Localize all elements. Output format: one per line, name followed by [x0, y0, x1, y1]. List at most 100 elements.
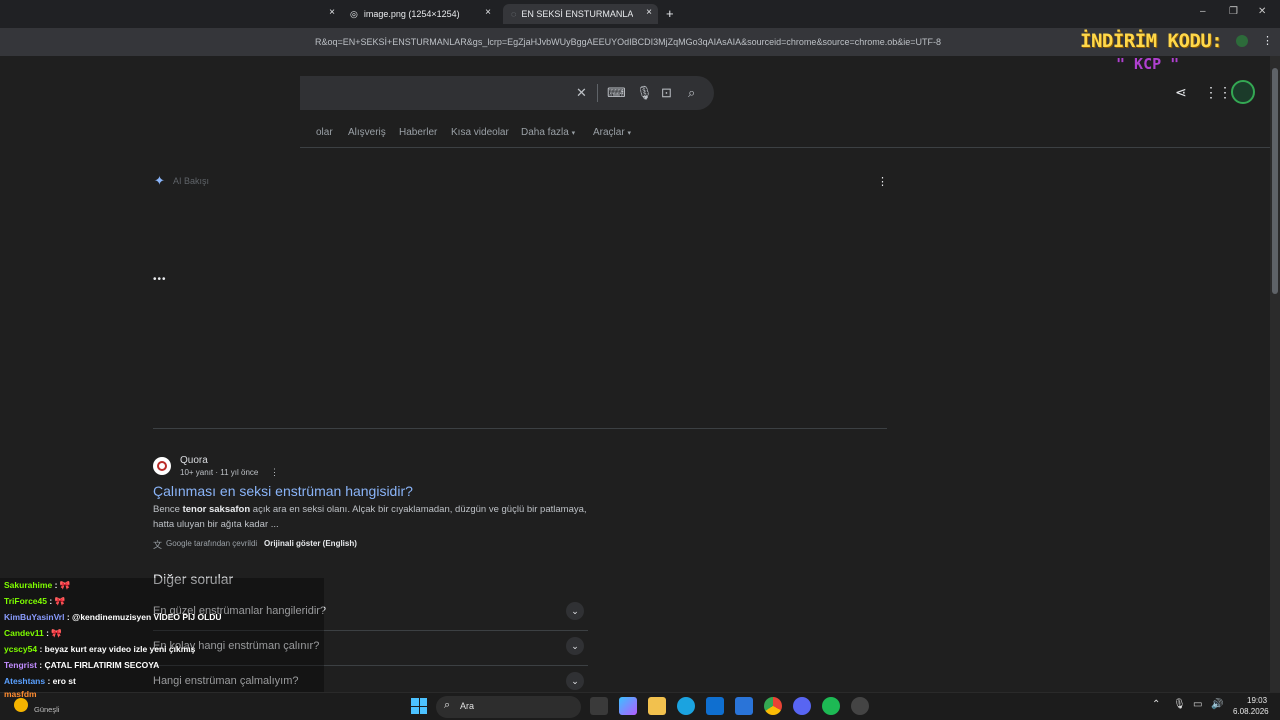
tab-more-label: Daha fazla — [521, 127, 569, 138]
taskbar-search-placeholder: Ara — [460, 701, 475, 711]
file-explorer-icon[interactable] — [648, 697, 666, 715]
tab-title: image.png (1254×1254) — [363, 9, 460, 19]
mail-icon[interactable] — [735, 697, 753, 715]
divider — [597, 84, 598, 102]
chat-user: Tengrist — [4, 660, 37, 670]
chat-user: ycscy54 — [4, 644, 38, 654]
globe-icon: ◎ — [350, 8, 358, 19]
dropdown-icon: ▾ — [571, 130, 576, 137]
search-box[interactable]: ✕ ⌨ 🎙 ⊡ ⌕ — [300, 76, 714, 110]
tab-short-videos[interactable]: Kısa videolar — [451, 127, 509, 138]
stream-chat: Sakurahime : 🎀 TriForce45 : 🎀 KimBuYasin… — [0, 578, 324, 692]
quora-favicon — [153, 457, 171, 475]
section-divider — [153, 428, 887, 429]
clock-date[interactable]: 6.08.2026 — [1233, 707, 1269, 716]
chat-message: Candev11 : 🎀 — [4, 628, 62, 638]
more-options-icon[interactable]: ⋮ — [877, 175, 888, 188]
chat-text: ÇATAL FIRLATIRIM SECOYA — [44, 660, 160, 670]
result-source[interactable]: Quora — [180, 455, 208, 466]
tab-more[interactable]: Daha fazla ▾ — [521, 127, 575, 138]
search-icon: ⌕ — [444, 699, 451, 711]
browser-tab-first[interactable]: × — [315, 4, 335, 24]
chat-text: ero st — [52, 676, 76, 686]
search-icon[interactable]: ⌕ — [688, 85, 695, 101]
chat-user: Ateshtans — [4, 676, 46, 686]
profile-avatar[interactable] — [1236, 35, 1248, 47]
chevron-down-icon[interactable]: ⌄ — [566, 637, 584, 655]
chat-message: Tengrist : ÇATAL FIRLATIRIM SECOYA — [4, 660, 160, 670]
tab-close-icon[interactable]: × — [329, 7, 335, 18]
spotify-icon[interactable] — [822, 697, 840, 715]
copilot-icon[interactable] — [619, 697, 637, 715]
chat-user: Candev11 — [4, 628, 44, 638]
keyboard-icon[interactable]: ⌨ — [607, 85, 626, 101]
scrollbar-thumb[interactable] — [1272, 68, 1278, 294]
chat-user: TriForce45 — [4, 596, 47, 606]
tab-videos[interactable]: olar — [316, 127, 333, 138]
result-menu-icon[interactable]: ⋮ — [270, 467, 279, 478]
windows-taskbar: masfdm Güneşli ⌕ Ara ⌃ 🎙 ▭ 🔊 19:03 6.08.… — [0, 689, 1280, 720]
promo-code-value: " KCP " — [1116, 55, 1180, 73]
chat-user: KimBuYasinVrl — [4, 612, 65, 622]
chrome-icon[interactable] — [764, 697, 782, 715]
share-icon[interactable]: ⋖ — [1175, 84, 1187, 101]
chat-text: 🎀 — [54, 596, 66, 606]
page-scrollbar[interactable] — [1270, 56, 1280, 692]
chat-message: ycscy54 : beyaz kurt eray video izle yen… — [4, 644, 196, 654]
browser-tab-strip: × ◎ image.png (1254×1254) × ◌ EN SEKSİ E… — [0, 0, 1280, 28]
chevron-down-icon[interactable]: ⌄ — [566, 602, 584, 620]
ai-sparkle-icon: ✦ — [154, 173, 165, 188]
tab-tools[interactable]: Araçlar ▾ — [593, 127, 631, 138]
url-text[interactable]: R&oq=EN+SEKSİ+ENSTURMANLAR&gs_lcrp=EgZja… — [315, 37, 941, 47]
tab-shopping[interactable]: Alışveriş — [348, 127, 386, 138]
discord-icon[interactable] — [793, 697, 811, 715]
account-avatar[interactable] — [1231, 80, 1255, 104]
volume-icon[interactable]: 🔊 — [1211, 699, 1223, 710]
new-tab-button[interactable]: + — [666, 6, 674, 21]
chevron-down-icon[interactable]: ⌄ — [566, 672, 584, 690]
result-snippet: Bence tenor saksafon açık ara en seksi o… — [153, 502, 593, 532]
minimize-button[interactable]: – — [1200, 6, 1206, 17]
tab-news[interactable]: Haberler — [399, 127, 437, 138]
microphone-icon[interactable]: 🎙 — [636, 85, 653, 101]
chat-text: beyaz kurt eray video izle yeni çıkmış — [44, 644, 196, 654]
edge-icon[interactable] — [677, 697, 695, 715]
chat-message: Ateshtans : ero st — [4, 676, 76, 686]
translated-note: Google tarafından çevrildi — [166, 539, 258, 548]
close-window-button[interactable]: ✕ — [1258, 6, 1266, 17]
loading-dots: ••• — [153, 274, 167, 285]
taskbar-search[interactable]: ⌕ Ara — [436, 696, 581, 718]
lens-icon[interactable]: ⊡ — [661, 85, 672, 101]
chat-text: @kendinemuzisyen VİDEO PİJ OLDU — [72, 612, 222, 622]
result-title-link[interactable]: Çalınması en seksi enstrüman hangisidir? — [153, 483, 413, 499]
dropdown-icon: ▾ — [627, 130, 631, 137]
browser-tab-search[interactable]: ◌ EN SEKSİ ENSTURMANLAR - G × — [503, 4, 658, 24]
promo-code-title: İNDİRİM KODU: — [1080, 30, 1223, 52]
clear-icon[interactable]: ✕ — [576, 85, 587, 101]
loading-icon: ◌ — [511, 9, 517, 19]
store-icon[interactable] — [706, 697, 724, 715]
weather-label[interactable]: Güneşli — [34, 705, 59, 714]
microphone-icon[interactable]: 🎙 — [1173, 699, 1186, 710]
chevron-up-icon[interactable]: ⌃ — [1152, 699, 1160, 710]
windows-start-icon[interactable] — [411, 698, 427, 714]
app-icon[interactable] — [851, 697, 869, 715]
result-meta: 10+ yanıt · 11 yıl önce — [180, 468, 259, 477]
translate-icon: 文 — [153, 540, 163, 550]
network-icon[interactable]: ▭ — [1193, 699, 1202, 710]
tab-close-icon[interactable]: × — [646, 7, 652, 18]
browser-tab-image[interactable]: ◎ image.png (1254×1254) × — [350, 4, 495, 24]
snippet-text: Bence — [153, 504, 183, 515]
maximize-button[interactable]: ❐ — [1229, 6, 1238, 17]
kebab-menu-icon[interactable]: ⋮ — [1262, 34, 1273, 47]
show-original-link[interactable]: Orijinali göster (English) — [264, 539, 357, 548]
tab-close-icon[interactable]: × — [485, 7, 491, 18]
tab-title: EN SEKSİ ENSTURMANLAR - G — [521, 9, 634, 19]
clock-time[interactable]: 19:03 — [1247, 696, 1267, 705]
chat-user: Sakurahime — [4, 580, 53, 590]
chat-text: 🎀 — [59, 580, 71, 590]
nav-divider — [300, 147, 1270, 148]
task-view-icon[interactable] — [590, 697, 608, 715]
tab-tools-label: Araçlar — [593, 127, 625, 138]
weather-sun-icon[interactable] — [14, 698, 28, 712]
